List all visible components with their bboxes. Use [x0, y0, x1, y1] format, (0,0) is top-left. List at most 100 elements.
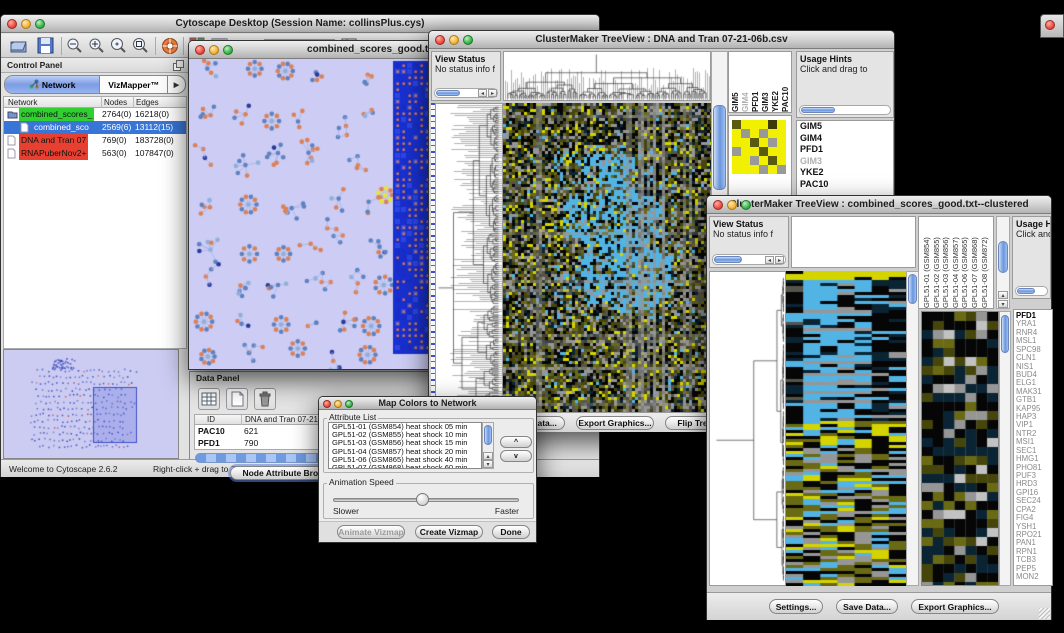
row-dendrogram-panel[interactable]	[435, 103, 503, 412]
delete-attribute-icon[interactable]	[254, 388, 276, 410]
scrollbar-thumb[interactable]	[998, 241, 1008, 273]
close-icon[interactable]	[195, 45, 205, 55]
vertical-scrollbar[interactable]: ▴ ▾	[996, 216, 1010, 309]
scroll-down-icon[interactable]: ▾	[998, 300, 1008, 308]
gene-label[interactable]: MON2	[1014, 573, 1052, 581]
treeview1-titlebar[interactable]: ClusterMaker TreeView : DNA and Tran 07-…	[429, 31, 894, 49]
open-file-icon[interactable]	[9, 37, 29, 56]
zoom-icon[interactable]	[223, 45, 233, 55]
tab-network[interactable]: Network	[5, 76, 100, 93]
settings-button[interactable]: Settings...	[769, 599, 823, 614]
horizontal-scrollbar[interactable]: ◂ ▸	[434, 88, 498, 98]
row-dendrogram-panel[interactable]	[709, 271, 786, 586]
minimize-icon[interactable]	[21, 19, 31, 29]
table-row-selected[interactable]: combined_sco 2569(6) 13112(15)	[4, 121, 186, 134]
vertical-scrollbar[interactable]	[999, 311, 1011, 586]
treeview2-titlebar[interactable]: ClusterMaker TreeView : combined_scores_…	[707, 196, 1051, 214]
export-graphics-button[interactable]: Export Graphics...	[576, 416, 654, 430]
create-vizmap-button[interactable]: Create Vizmap	[415, 525, 483, 539]
heatmap-panel[interactable]	[786, 271, 906, 586]
zoom-icon[interactable]	[35, 19, 45, 29]
scroll-up-icon[interactable]: ▴	[998, 291, 1008, 299]
table-row[interactable]: RNAPuberNov2+ 563(0) 107847(0)	[4, 147, 186, 160]
scroll-left-icon[interactable]: ◂	[478, 89, 487, 97]
col-attribute[interactable]: DNA and Tran 07-21-06	[241, 415, 330, 425]
col-network[interactable]: Network	[8, 97, 37, 108]
zoom-selected-icon[interactable]	[109, 37, 129, 56]
birds-eye-canvas[interactable]	[4, 350, 178, 458]
close-icon[interactable]	[713, 200, 723, 210]
export-graphics-button[interactable]: Export Graphics...	[911, 599, 999, 614]
save-icon[interactable]	[37, 37, 57, 56]
move-down-button[interactable]: v	[500, 450, 532, 462]
zoom-icon[interactable]	[463, 35, 473, 45]
column-label: GIM5	[731, 52, 741, 112]
scroll-right-icon[interactable]: ▸	[488, 89, 497, 97]
matrix-cell	[759, 120, 768, 129]
zoom-fit-icon[interactable]	[131, 37, 151, 56]
scrollbar-thumb[interactable]	[714, 256, 742, 263]
scrollbar-thumb[interactable]	[1001, 315, 1009, 353]
zoom-in-icon[interactable]	[87, 37, 107, 56]
vertical-scrollbar[interactable]: ▴ ▾	[482, 422, 494, 469]
horizontal-scrollbar[interactable]: ◂ ▸	[712, 254, 786, 265]
save-data-button[interactable]: Save Data...	[836, 599, 898, 614]
scrollbar-thumb[interactable]	[713, 105, 726, 190]
attribute-item[interactable]: GPL51-07 (GSM868) heat shock 60 min	[329, 464, 481, 469]
table-row[interactable]: combined_scores_ 2764(0) 16218(0)	[4, 108, 186, 121]
speed-slider-thumb[interactable]	[416, 493, 429, 506]
done-button[interactable]: Done	[492, 525, 530, 539]
gene-label[interactable]: PFD1	[797, 144, 893, 156]
column-dendrogram-panel[interactable]	[503, 51, 711, 101]
animate-vizmap-button[interactable]: Animate Vizmap	[337, 525, 405, 539]
minimize-icon[interactable]	[209, 45, 219, 55]
table-row[interactable]: DNA and Tran 07 769(0) 183728(0)	[4, 134, 186, 147]
scrollbar-thumb[interactable]	[908, 274, 917, 304]
scroll-right-icon[interactable]: ▸	[775, 256, 784, 264]
heatmap-panel[interactable]	[503, 103, 711, 412]
scrollbar-thumb[interactable]	[801, 107, 835, 113]
zoom-out-icon[interactable]	[65, 37, 85, 56]
zoom-icon[interactable]	[741, 200, 751, 210]
close-icon[interactable]	[7, 19, 17, 29]
zoom-icon[interactable]	[345, 400, 353, 408]
col-edges[interactable]: Edges	[133, 97, 159, 108]
close-icon[interactable]	[1045, 20, 1055, 30]
tab-vizmapper[interactable]: VizMapper™	[100, 76, 168, 93]
minimize-icon[interactable]	[727, 200, 737, 210]
scroll-down-icon[interactable]: ▾	[483, 460, 493, 468]
scrollbar-thumb[interactable]	[436, 90, 460, 96]
gene-label[interactable]: PAC10	[797, 179, 893, 191]
help-lifering-icon[interactable]	[161, 37, 181, 56]
minimize-icon[interactable]	[334, 400, 342, 408]
tab-overflow[interactable]: ▶	[168, 76, 185, 93]
horizontal-scrollbar[interactable]	[1015, 286, 1048, 296]
attribute-select-icon[interactable]	[198, 388, 220, 410]
move-up-button[interactable]: ^	[500, 436, 532, 448]
column-dendrogram-panel[interactable]	[791, 216, 916, 268]
birds-eye-view[interactable]	[3, 349, 179, 459]
resize-grip[interactable]	[1039, 608, 1050, 619]
float-panel-icon[interactable]	[173, 60, 184, 76]
close-icon[interactable]	[435, 35, 445, 45]
similarity-matrix[interactable]	[732, 120, 786, 174]
gene-label[interactable]: YKE2	[797, 167, 893, 179]
scroll-left-icon[interactable]: ◂	[765, 256, 774, 264]
new-attribute-icon[interactable]	[226, 388, 248, 410]
gene-label[interactable]: GIM5	[797, 121, 893, 133]
horizontal-scrollbar[interactable]	[799, 105, 891, 115]
col-nodes[interactable]: Nodes	[101, 97, 127, 108]
detail-heatmap-panel[interactable]	[921, 311, 999, 586]
close-icon[interactable]	[323, 400, 331, 408]
minimize-icon[interactable]	[449, 35, 459, 45]
summary-heatmap-panel[interactable]	[728, 115, 792, 201]
vertical-scrollbar[interactable]	[906, 271, 919, 586]
scroll-up-icon[interactable]: ▴	[483, 452, 493, 460]
gene-label[interactable]: GIM4	[797, 133, 893, 145]
scrollbar-thumb[interactable]	[484, 425, 492, 445]
scrollbar-thumb[interactable]	[1017, 288, 1035, 294]
row-value: 790	[244, 437, 258, 449]
gene-label[interactable]: GIM3	[797, 156, 893, 168]
dialog-titlebar[interactable]: Map Colors to Network	[319, 397, 536, 410]
col-id[interactable]: ID	[207, 415, 215, 425]
